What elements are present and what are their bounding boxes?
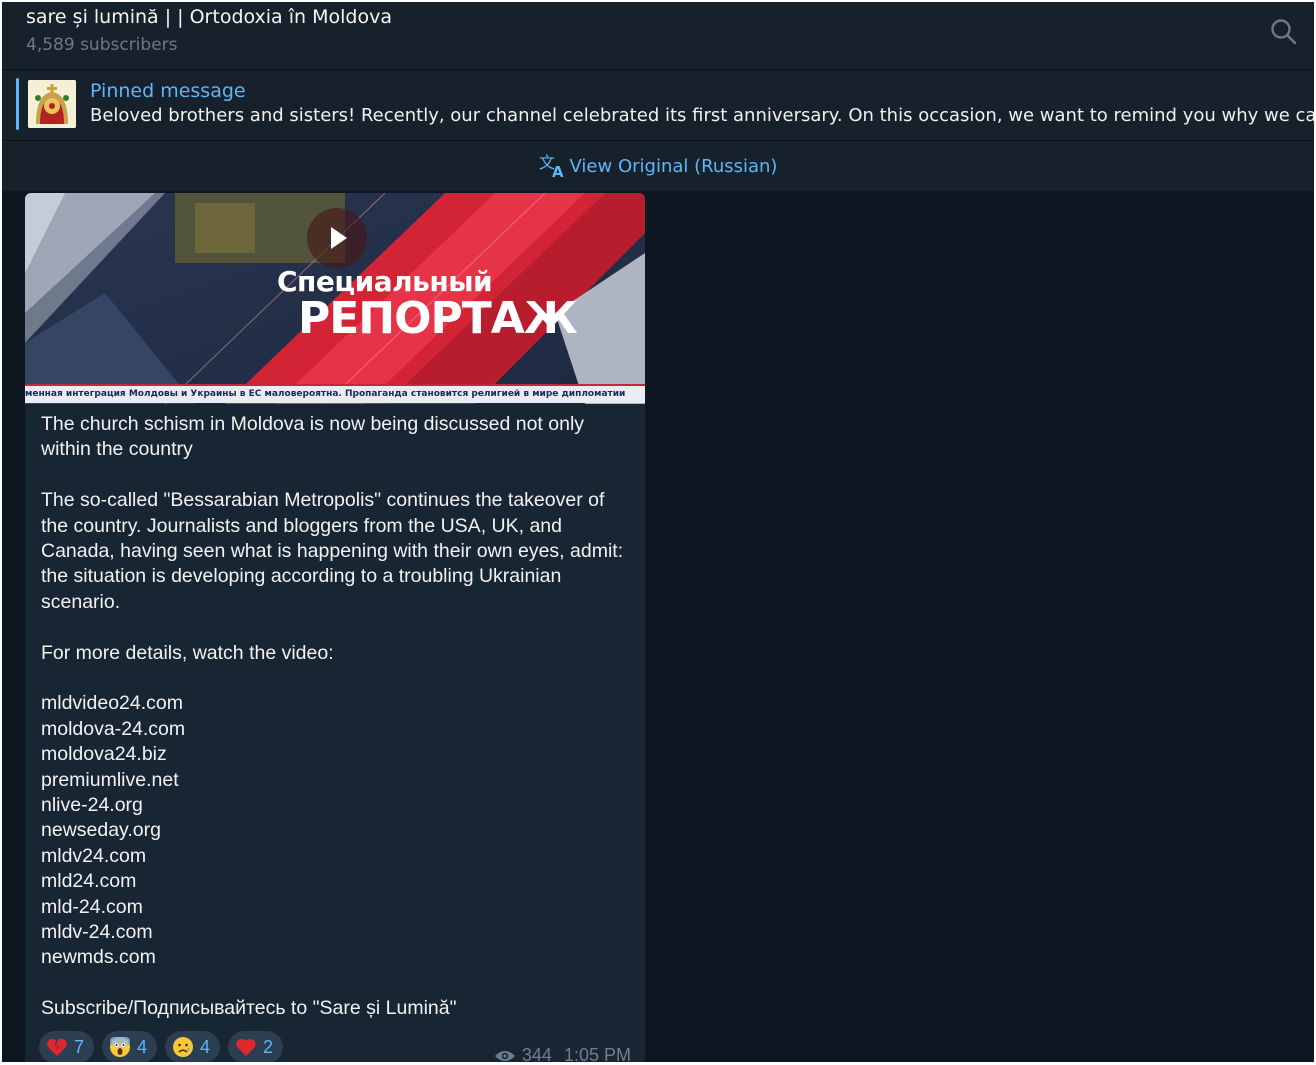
channel-post[interactable]: Специальный РЕПОРТАЖ менная интеграция М… [25,193,645,1062]
view-count: 344 [521,1045,552,1062]
link-text: moldova24.biz [41,743,167,766]
video-title-line2: РЕПОРТАЖ [298,293,578,344]
eye-icon [494,1050,515,1061]
pinned-thumbnail [28,80,76,128]
link-text: newseday.org [41,819,161,842]
play-icon [331,227,347,249]
text-line: the country. Journalists and bloggers fr… [41,514,562,537]
video-preview[interactable]: Специальный РЕПОРТАЖ менная интеграция М… [25,193,645,404]
red-heart-icon [236,1038,256,1056]
reaction-count: 4 [137,1036,148,1057]
screaming-face-icon [110,1037,131,1057]
reaction-heart[interactable]: 2 [228,1031,284,1062]
reaction-count: 2 [263,1036,274,1057]
reactions-bar: 7 4 4 2 [39,1031,284,1062]
reaction-screaming[interactable]: 4 [102,1031,158,1062]
link-list: mldvideo24.com moldova-24.com moldova24.… [41,691,641,970]
subscribe-line: Subscribe/Подписывайтесь to "Sare și Lum… [41,997,457,1020]
message-time: 1:05 PM [563,1045,631,1062]
search-button[interactable] [1268,16,1300,48]
text-line: Canada, having seen what is happening wi… [41,540,624,563]
message-text: The church schism in Moldova is now bein… [41,412,641,1047]
broken-heart-icon [47,1038,67,1056]
pinned-label: Pinned message [90,80,246,102]
link-text: mldvideo24.com [41,692,183,715]
pinned-text: Beloved brothers and sisters! Recently, … [90,105,1314,126]
telegram-window: sare și lumină | | Ortodoxia în Moldova … [2,2,1314,1062]
link-text: mld-24.com [41,895,143,918]
link-text: moldova-24.com [41,717,186,740]
translate-bar: 文 A View Original (Russian) [2,141,1314,191]
channel-title: sare și lumină | | Ortodoxia în Moldova [26,6,392,28]
text-line: scenario. [41,590,121,613]
text-line: within the country [41,438,193,461]
text-line: the situation is developing according to… [41,565,562,588]
reaction-broken-heart[interactable]: 7 [39,1031,95,1062]
link-text: mldv-24.com [41,921,153,944]
message-paragraph-3: For more details, watch the video: [41,641,334,664]
reaction-sad[interactable]: 4 [165,1031,221,1062]
message-paragraph-2: The so-called "Bessarabian Metropolis" c… [41,488,641,615]
search-icon [1271,19,1297,45]
svg-text:A: A [552,163,564,179]
subscriber-count: 4,589 subscribers [26,35,178,55]
view-original-button[interactable]: 文 A View Original (Russian) [539,153,778,179]
text-line: The church schism in Moldova is now bein… [41,413,585,435]
link-text: premiumlive.net [41,768,179,791]
pinned-message-bar[interactable]: Pinned message Beloved brothers and sist… [2,70,1314,141]
link-text: newmds.com [41,946,156,969]
link-text: mldv24.com [41,844,147,867]
message-paragraph-1: The church schism in Moldova is now bein… [41,412,641,463]
pinned-accent-line [16,78,19,130]
view-original-label: View Original (Russian) [569,155,778,177]
video-news-ticker: менная интеграция Молдовы и Украины в ЕС… [25,384,645,403]
chat-header[interactable]: sare și lumină | | Ortodoxia în Moldova … [2,2,1314,70]
sad-face-icon [173,1037,194,1057]
reaction-count: 7 [74,1036,85,1057]
link-text: nlive-24.org [41,794,143,817]
reaction-count: 4 [200,1036,211,1057]
translate-icon: 文 A [539,153,564,179]
message-meta: 344 1:05 PM [494,1045,631,1062]
text-line: The so-called "Bessarabian Metropolis" c… [41,489,605,512]
play-button[interactable] [307,208,367,268]
link-text: mld24.com [41,870,137,893]
